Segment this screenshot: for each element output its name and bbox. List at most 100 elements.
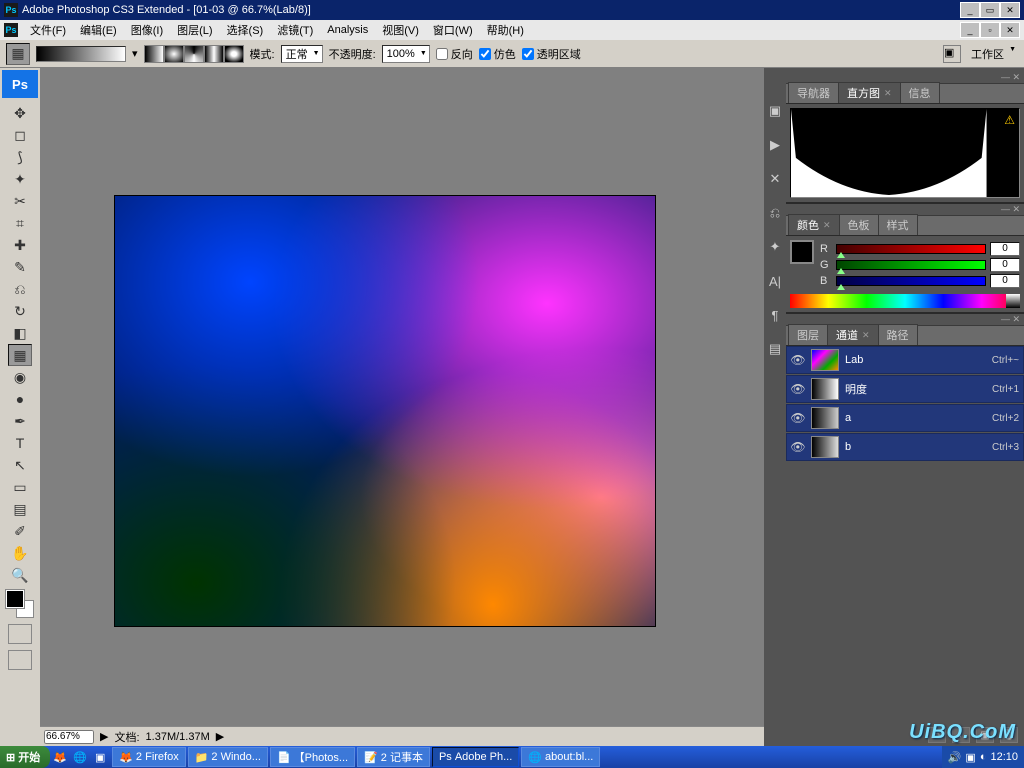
gradient-tool-icon-tb[interactable]: ▦ <box>8 344 32 366</box>
visibility-icon[interactable]: 👁 <box>791 411 805 425</box>
menu-file[interactable]: 文件(F) <box>24 20 72 40</box>
doc-close-button[interactable]: ✕ <box>1000 22 1020 38</box>
channel-row-a[interactable]: 👁 a Ctrl+2 <box>786 404 1024 432</box>
zoom-tool-icon[interactable]: 🔍 <box>8 564 32 586</box>
dodge-tool-icon[interactable]: ● <box>8 388 32 410</box>
workspace-select[interactable]: 工作区 <box>965 44 1018 64</box>
dock-icon[interactable]: ▣ <box>766 102 784 120</box>
dock-icon[interactable]: ▤ <box>766 340 784 358</box>
move-tool-icon[interactable]: ✥ <box>8 102 32 124</box>
taskbar-item[interactable]: 📝 2 记事本 <box>357 747 430 767</box>
tab-paths[interactable]: 路径 <box>878 324 918 345</box>
blur-tool-icon[interactable]: ◉ <box>8 366 32 388</box>
screenmode-icon[interactable] <box>8 650 32 670</box>
channel-row-lightness[interactable]: 👁 明度 Ctrl+1 <box>786 375 1024 403</box>
transparency-checkbox[interactable]: 透明区域 <box>522 46 581 62</box>
document-canvas[interactable] <box>115 196 655 626</box>
minimize-button[interactable]: _ <box>960 2 980 18</box>
wand-tool-icon[interactable]: ✦ <box>8 168 32 190</box>
quicklaunch-icon[interactable]: ▣ <box>90 748 110 766</box>
b-slider[interactable] <box>836 276 986 286</box>
notes-tool-icon[interactable]: ▤ <box>8 498 32 520</box>
dither-checkbox[interactable]: 仿色 <box>479 46 516 62</box>
taskbar-item[interactable]: 📁 2 Windo... <box>188 747 268 767</box>
taskbar-item[interactable]: 📄 【Photos... <box>270 747 355 767</box>
mode-select[interactable]: 正常 <box>281 45 323 63</box>
arrow-icon[interactable]: ▶ <box>216 730 224 743</box>
marquee-tool-icon[interactable]: ◻ <box>8 124 32 146</box>
dock-icon[interactable]: A| <box>766 272 784 290</box>
quicklaunch-icon[interactable]: 🦊 <box>50 748 70 766</box>
channel-row-lab[interactable]: 👁 Lab Ctrl+~ <box>786 346 1024 374</box>
quicklaunch-icon[interactable]: 🌐 <box>70 748 90 766</box>
menu-filter[interactable]: 滤镜(T) <box>271 20 319 40</box>
arrow-icon[interactable]: ▶ <box>100 730 108 743</box>
opacity-select[interactable]: 100% <box>382 45 430 63</box>
spectrum-bar[interactable] <box>790 294 1020 308</box>
tab-channels[interactable]: 通道✕ <box>827 324 879 345</box>
taskbar-item-active[interactable]: Ps Adobe Ph... <box>432 747 519 767</box>
menu-view[interactable]: 视图(V) <box>376 20 425 40</box>
tab-color[interactable]: 颜色✕ <box>788 214 840 235</box>
r-value[interactable]: 0 <box>990 242 1020 256</box>
new-channel-icon[interactable]: ▣ <box>976 727 994 743</box>
gradient-radial-icon[interactable] <box>164 45 184 63</box>
gradient-tool-icon[interactable]: ▦ <box>6 43 30 65</box>
slice-tool-icon[interactable]: ⌗ <box>8 212 32 234</box>
g-value[interactable]: 0 <box>990 258 1020 272</box>
gradient-reflected-icon[interactable] <box>204 45 224 63</box>
tab-styles[interactable]: 样式 <box>878 214 918 235</box>
ps-menu-icon[interactable]: Ps <box>4 23 18 37</box>
menu-help[interactable]: 帮助(H) <box>481 20 530 40</box>
color-swatches[interactable] <box>6 590 34 618</box>
hand-tool-icon[interactable]: ✋ <box>8 542 32 564</box>
bridge-icon[interactable]: ▣ <box>943 45 961 63</box>
menu-image[interactable]: 图像(I) <box>125 20 169 40</box>
quickmask-icon[interactable] <box>8 624 32 644</box>
tray-icon[interactable]: ◐ <box>980 751 987 763</box>
heal-tool-icon[interactable]: ✚ <box>8 234 32 256</box>
tab-layers[interactable]: 图层 <box>788 324 828 345</box>
doc-restore-button[interactable]: ▫ <box>980 22 1000 38</box>
gradient-linear-icon[interactable] <box>144 45 164 63</box>
dock-icon[interactable]: ▶ <box>766 136 784 154</box>
system-tray[interactable]: 🔊 ▣ ◐ 12:10 <box>942 746 1024 768</box>
dock-icon[interactable]: ¶ <box>766 306 784 324</box>
shape-tool-icon[interactable]: ▭ <box>8 476 32 498</box>
tab-swatches[interactable]: 色板 <box>839 214 879 235</box>
taskbar-item[interactable]: 🌐 about:bl... <box>521 747 600 767</box>
visibility-icon[interactable]: 👁 <box>791 353 805 367</box>
dock-icon[interactable]: ⎌ <box>766 204 784 222</box>
save-selection-icon[interactable]: ◐ <box>952 727 970 743</box>
lasso-tool-icon[interactable]: ⟆ <box>8 146 32 168</box>
eraser-tool-icon[interactable]: ◧ <box>8 322 32 344</box>
tab-histogram[interactable]: 直方图✕ <box>838 82 901 103</box>
brush-tool-icon[interactable]: ✎ <box>8 256 32 278</box>
menu-analysis[interactable]: Analysis <box>321 22 374 38</box>
visibility-icon[interactable]: 👁 <box>791 382 805 396</box>
stamp-tool-icon[interactable]: ⎌ <box>8 278 32 300</box>
dock-icon[interactable]: ✦ <box>766 238 784 256</box>
menu-select[interactable]: 选择(S) <box>221 20 270 40</box>
g-slider[interactable] <box>836 260 986 270</box>
eyedropper-tool-icon[interactable]: ✐ <box>8 520 32 542</box>
dock-icon[interactable]: ✕ <box>766 170 784 188</box>
maximize-button[interactable]: ▭ <box>980 2 1000 18</box>
close-button[interactable]: ✕ <box>1000 2 1020 18</box>
tray-icon[interactable]: 🔊 <box>948 751 962 764</box>
tab-info[interactable]: 信息 <box>900 82 940 103</box>
menu-window[interactable]: 窗口(W) <box>427 20 479 40</box>
b-value[interactable]: 0 <box>990 274 1020 288</box>
tray-icon[interactable]: ▣ <box>965 751 975 764</box>
color-panel-swatch[interactable] <box>790 240 814 264</box>
start-button[interactable]: ⊞ 开始 <box>0 746 50 768</box>
menu-layer[interactable]: 图层(L) <box>171 20 218 40</box>
reverse-checkbox[interactable]: 反向 <box>436 46 473 62</box>
crop-tool-icon[interactable]: ✂ <box>8 190 32 212</box>
menu-edit[interactable]: 编辑(E) <box>74 20 123 40</box>
gradient-angle-icon[interactable] <box>184 45 204 63</box>
foreground-color-swatch[interactable] <box>6 590 24 608</box>
channel-row-b[interactable]: 👁 b Ctrl+3 <box>786 433 1024 461</box>
path-tool-icon[interactable]: ↖ <box>8 454 32 476</box>
delete-channel-icon[interactable]: 🗑 <box>1000 727 1018 743</box>
